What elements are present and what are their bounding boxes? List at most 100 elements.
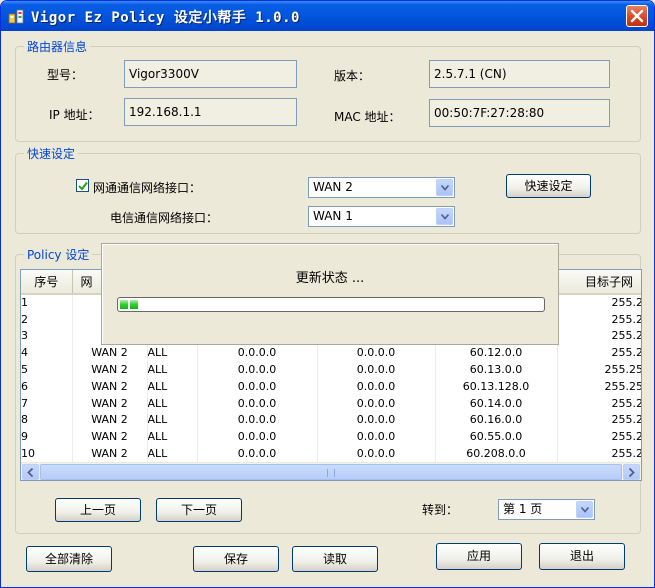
app-icon (8, 9, 24, 24)
table-row[interactable]: 5WAN 2ALL0.0.0.00.0.0.060.13.0.0255.255.… (21, 361, 641, 378)
chevron-down-icon (441, 185, 449, 191)
table-cell-iface: WAN 2 (72, 445, 148, 462)
version-field: 2.5.7.1 (CN) (429, 60, 610, 88)
chevron-down-icon (581, 507, 589, 513)
table-cell-proto: ALL (147, 394, 198, 412)
table-cell-dst: 60.55.0.0 (435, 428, 558, 446)
table-cell-mask: 255.255.1 (557, 377, 641, 395)
table-cell-idx: 2 (21, 310, 73, 328)
table-cell-src-start: 0.0.0.0 (197, 344, 318, 362)
table-cell-iface: WAN 2 (72, 361, 148, 378)
arrow-left-icon (27, 468, 34, 477)
table-cell-iface: WAN 2 (72, 344, 148, 362)
table-cell-proto: ALL (147, 377, 198, 395)
table-cell-proto: ALL (147, 428, 198, 446)
table-cell-idx: 1 (21, 294, 73, 311)
table-cell-src-start: 0.0.0.0 (197, 394, 318, 412)
progress-fill (120, 300, 542, 309)
goto-label: 转到： (422, 503, 459, 517)
cnc-interface-select[interactable]: WAN 2 (308, 177, 455, 198)
scroll-right-button[interactable] (623, 464, 640, 480)
telecom-label: 电信通信网络接口： (110, 211, 219, 225)
table-row[interactable]: 7WAN 2ALL0.0.0.00.0.0.060.14.0.0255.254. (21, 394, 641, 412)
progress-segment (120, 300, 128, 309)
table-cell-idx: 6 (21, 377, 73, 395)
table-row[interactable]: 4WAN 2ALL0.0.0.00.0.0.060.12.0.0255.255. (21, 344, 641, 362)
table-row[interactable]: 10WAN 2ALL0.0.0.00.0.0.060.208.0.0255.24… (21, 445, 641, 462)
table-cell-mask: 255.240. (557, 411, 641, 429)
table-cell-mask: 255.255. (557, 428, 641, 446)
table-row[interactable]: 6 WAN 2 ALL 0.0.0.0 0.0.0.0 60.13.128.0 255.25… (21, 377, 641, 395)
next-page-button[interactable]: 下一页 (156, 498, 242, 522)
table-cell-mask: 255.240. (557, 327, 641, 345)
table-cell-src-end: 0.0.0.0 (317, 411, 436, 429)
column-header[interactable]: 目标子网 (557, 270, 641, 295)
table-cell-src-end: 0.0.0.0 (317, 377, 436, 395)
quick-setup-button[interactable]: 快速设定 (506, 174, 591, 198)
table-cell-src-end: 0.0.0.0 (317, 394, 436, 412)
quick-setup-title: 快速设定 (24, 145, 79, 162)
exit-button[interactable]: 退出 (539, 543, 625, 570)
table-cell-idx: 4 (21, 344, 73, 362)
apply-button[interactable]: 应用 (436, 543, 522, 570)
telecom-dropdown-button[interactable] (436, 208, 453, 225)
model-field: Vigor3300V (124, 60, 297, 88)
checkmark-icon (78, 181, 88, 191)
scroll-left-button[interactable] (22, 464, 39, 480)
scroll-grip (327, 469, 335, 477)
table-cell-dst: 60.13.0.0 (435, 361, 558, 378)
table-cell-iface: WAN 2 (72, 394, 148, 412)
page-select-value: 第 1 页 (503, 502, 543, 516)
table-cell-proto: ALL (147, 361, 198, 378)
table-cell-src-start: 0.0.0.0 (197, 428, 318, 446)
close-button[interactable] (626, 5, 648, 27)
table-cell-idx: 3 (21, 327, 73, 345)
cnc-label: 网通通信网络接口： (93, 181, 202, 195)
table-cell-src-start: 0.0.0.0 (197, 361, 318, 378)
title-bar[interactable]: Vigor Ez Policy 设定小帮手 1.0.0 (1, 1, 654, 31)
save-button[interactable]: 保存 (193, 546, 279, 572)
cnc-checkbox[interactable] (76, 179, 89, 192)
version-label: 版本： (334, 69, 371, 83)
page-select[interactable]: 第 1 页 (498, 499, 595, 520)
model-label: 型号： (47, 68, 84, 82)
table-cell-src-end: 0.0.0.0 (317, 344, 436, 362)
router-info-title: 路由器信息 (24, 38, 91, 55)
window-title: Vigor Ez Policy 设定小帮手 1.0.0 (31, 10, 300, 26)
table-cell-idx: 9 (21, 428, 73, 446)
progress-segment (130, 300, 138, 309)
progress-status-text: 更新状态 ... (295, 271, 365, 286)
telecom-interface-select[interactable]: WAN 1 (308, 206, 455, 227)
main-window: Vigor Ez Policy 设定小帮手 1.0.0 路由器信息 型号： Vi… (0, 0, 655, 588)
ip-label: IP 地址： (49, 108, 100, 122)
page-dropdown-button[interactable] (576, 501, 593, 518)
table-cell-dst: 60.208.0.0 (435, 445, 558, 462)
horizontal-scrollbar[interactable] (21, 462, 641, 480)
close-icon (630, 9, 644, 23)
table-cell-idx: 8 (21, 411, 73, 429)
arrow-right-icon (628, 468, 635, 477)
policy-title: Policy 设定 (24, 246, 93, 263)
table-row[interactable]: 9WAN 2ALL0.0.0.00.0.0.060.55.0.0255.255. (21, 428, 641, 446)
table-cell-src-start: 0.0.0.0 (197, 445, 318, 462)
table-cell-proto: ALL (147, 411, 198, 429)
progress-bar (117, 297, 545, 312)
table-row[interactable]: 8WAN 2ALL0.0.0.00.0.0.060.16.0.0255.240. (21, 411, 641, 429)
table-cell-mask: 255.248. (557, 294, 641, 311)
table-cell-idx: 10 (21, 445, 73, 462)
table-cell-dst: 60.14.0.0 (435, 394, 558, 412)
table-cell-mask: 255.255. (557, 344, 641, 362)
prev-page-button[interactable]: 上一页 (55, 498, 141, 522)
load-button[interactable]: 读取 (292, 546, 378, 572)
cnc-dropdown-button[interactable] (436, 179, 453, 196)
mac-field: 00:50:7F:27:28:80 (429, 99, 610, 127)
table-cell-src-end: 0.0.0.0 (317, 445, 436, 462)
table-cell-dst: 60.16.0.0 (435, 411, 558, 429)
column-header[interactable]: 序号 (21, 270, 73, 295)
clear-all-button[interactable]: 全部清除 (26, 546, 112, 572)
table-cell-proto: ALL (147, 344, 198, 362)
table-cell-iface: WAN 2 (72, 377, 148, 395)
table-cell-iface: WAN 2 (72, 428, 148, 446)
table-cell-dst: 60.13.128.0 (435, 377, 558, 395)
scroll-thumb[interactable] (40, 464, 622, 480)
